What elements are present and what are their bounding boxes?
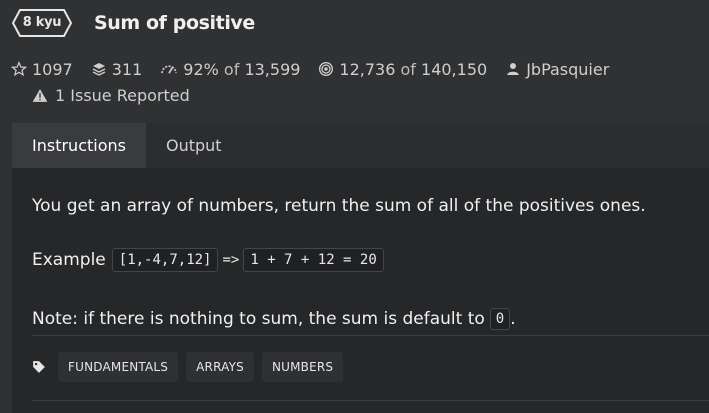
note-text: Note: if there is nothing to sum, the su… [32,309,485,329]
completed-count: 12,736 [339,59,396,79]
example-paragraph: Example [1,-4,7,12] => 1 + 7 + 12 = 20 [32,248,384,272]
completed-stat: 12,736 of 140,150 [318,60,487,79]
tab-instructions[interactable]: Instructions [12,123,146,168]
satisfaction-stat: 92% of 13,599 [160,60,300,79]
collections-count: 311 [111,59,143,79]
collections-stat[interactable]: 311 [91,59,143,79]
example-label: Example [32,250,106,270]
tag-numbers[interactable]: NUMBERS [261,352,344,382]
example-output-code: 1 + 7 + 12 = 20 [243,248,384,272]
note-paragraph: Note: if there is nothing to sum, the su… [32,308,516,330]
gauge-icon [161,65,178,74]
user-icon [507,63,519,75]
note-suffix: . [510,309,516,329]
tag-arrays[interactable]: ARRAYS [186,352,254,382]
stats-bar: 1097 311 92% of 13,599 12,736 of 140,150… [11,58,627,80]
tab-output[interactable]: Output [146,123,242,168]
rank-label: 8 kyu [22,15,62,30]
tags-divider-bottom [32,400,709,401]
tag-icon [33,361,45,373]
completed-total: 140,150 [421,59,488,79]
satisfaction-of: of [223,59,240,79]
satisfaction-rate: 92% [183,59,219,79]
intro-paragraph: You get an array of numbers, return the … [32,196,646,216]
example-input-code: [1,-4,7,12] [111,248,219,272]
rank-badge: 8 kyu [12,9,72,37]
tag-fundamentals[interactable]: FUNDAMENTALS [58,352,179,382]
example-arrow: => [222,252,240,268]
issues-link[interactable]: 1 Issue Reported [32,84,190,106]
kata-header: 8 kyu Sum of positive [12,8,255,38]
satisfaction-total: 13,599 [244,59,301,79]
panel-tabs: Instructions Output [12,123,709,168]
note-code: 0 [489,308,511,330]
star-icon [11,61,27,77]
completed-of: of [400,59,416,79]
kata-title: Sum of positive [94,12,255,34]
stars-count: 1097 [32,59,73,79]
issues-label[interactable]: 1 Issue Reported [55,86,190,105]
stack-icon [92,63,106,76]
tags-divider-top [32,335,709,336]
author-name[interactable]: JbPasquier [526,60,609,79]
tags-list: FUNDAMENTALS ARRAYS NUMBERS [32,352,344,382]
target-icon [319,62,334,76]
author-stat[interactable]: JbPasquier [505,60,609,79]
description-panel: Instructions Output You get an array of … [12,123,709,413]
warning-icon [32,88,48,102]
stars-stat[interactable]: 1097 [11,60,73,79]
